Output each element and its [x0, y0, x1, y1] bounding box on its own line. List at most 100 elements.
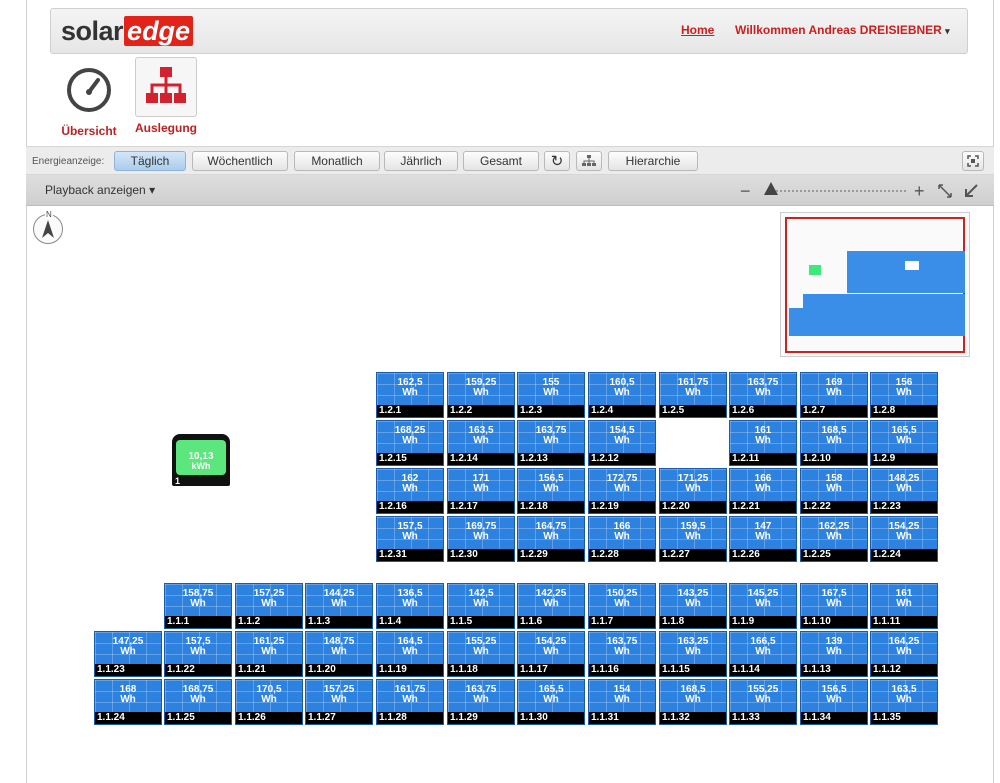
solar-panel[interactable]: 166 Wh 1.2.28	[588, 516, 656, 562]
solar-panel[interactable]: 150,25 Wh 1.1.7	[588, 583, 656, 629]
solar-panel[interactable]: 161,75 Wh 1.1.28	[376, 679, 444, 725]
solar-panel[interactable]: 163,75 Wh 1.1.16	[588, 631, 656, 677]
solar-panel[interactable]: 148,75 Wh 1.1.20	[305, 631, 373, 677]
panel-id: 1.2.10	[801, 453, 867, 465]
solar-panel[interactable]: 168,5 Wh 1.1.32	[659, 679, 727, 725]
solaredge-logo[interactable]: solar edge	[61, 15, 194, 47]
solar-panel[interactable]: 167,5 Wh 1.1.10	[800, 583, 868, 629]
solar-panel[interactable]: 168,5 Wh 1.2.10	[800, 420, 868, 466]
panel-id: 1.2.31	[377, 549, 443, 561]
solar-panel[interactable]: 162 Wh 1.2.16	[376, 468, 444, 514]
solar-panel[interactable]: 144,25 Wh 1.1.3	[305, 583, 373, 629]
panel-id: 1.1.13	[801, 664, 867, 676]
hierarchy-button[interactable]: Hierarchie	[608, 151, 698, 171]
solar-panel[interactable]: 161,75 Wh 1.2.5	[659, 372, 727, 418]
panel-energy-unit: Wh	[190, 646, 206, 657]
solar-panel[interactable]: 159,25 Wh 1.2.2	[447, 372, 515, 418]
solar-panel[interactable]: 157,5 Wh 1.1.22	[164, 631, 232, 677]
solar-panel[interactable]: 148,25 Wh 1.2.23	[870, 468, 938, 514]
solar-panel[interactable]: 165,5 Wh 1.2.9	[870, 420, 938, 466]
user-menu[interactable]: Willkommen Andreas DREISIEBNER ▾	[735, 23, 950, 37]
panel-id: 1.2.6	[730, 405, 796, 417]
minimap-viewport[interactable]	[785, 217, 965, 353]
solar-panel[interactable]: 161,25 Wh 1.1.21	[235, 631, 303, 677]
panel-id: 1.2.19	[589, 501, 655, 513]
solar-panel[interactable]: 161 Wh 1.2.11	[729, 420, 797, 466]
zoom-out-icon[interactable]: −	[740, 181, 751, 202]
solar-panel[interactable]: 172,75 Wh 1.2.19	[588, 468, 656, 514]
zoom-slider-thumb[interactable]	[764, 182, 778, 195]
solar-panel[interactable]: 163,5 Wh 1.1.35	[870, 679, 938, 725]
solar-panel[interactable]: 162,5 Wh 1.2.1	[376, 372, 444, 418]
solar-panel[interactable]: 171 Wh 1.2.17	[447, 468, 515, 514]
solar-panel[interactable]: 139 Wh 1.1.13	[800, 631, 868, 677]
solar-panel[interactable]: 158 Wh 1.2.22	[800, 468, 868, 514]
solar-panel[interactable]: 168 Wh 1.1.24	[94, 679, 162, 725]
solar-panel[interactable]: 155,25 Wh 1.1.33	[729, 679, 797, 725]
panel-id: 1.2.23	[871, 501, 937, 513]
fullscreen-icon[interactable]	[962, 151, 984, 171]
solar-panel[interactable]: 145,25 Wh 1.1.9	[729, 583, 797, 629]
solar-panel[interactable]: 165,5 Wh 1.1.30	[517, 679, 585, 725]
solar-panel[interactable]: 164,5 Wh 1.1.19	[376, 631, 444, 677]
playback-toggle[interactable]: Playback anzeigen ▾	[45, 183, 155, 197]
zoom-in-icon[interactable]: +	[914, 181, 925, 202]
solar-panel[interactable]: 160,5 Wh 1.2.4	[588, 372, 656, 418]
panel-id: 1.1.26	[236, 712, 302, 724]
solar-panel[interactable]: 154,25 Wh 1.1.17	[517, 631, 585, 677]
daily-button[interactable]: Täglich	[114, 151, 186, 171]
yearly-button[interactable]: Jährlich	[384, 151, 458, 171]
solar-panel[interactable]: 166,5 Wh 1.1.14	[729, 631, 797, 677]
solar-panel[interactable]: 162,25 Wh 1.2.25	[800, 516, 868, 562]
home-link[interactable]: Home	[681, 23, 714, 37]
solar-panel[interactable]: 161 Wh 1.1.11	[870, 583, 938, 629]
solar-panel[interactable]: 147,25 Wh 1.1.23	[94, 631, 162, 677]
solar-panel[interactable]: 154,5 Wh 1.2.12	[588, 420, 656, 466]
solar-panel[interactable]: 163,5 Wh 1.2.14	[447, 420, 515, 466]
solar-panel[interactable]: 136,5 Wh 1.1.4	[376, 583, 444, 629]
solar-panel[interactable]: 159,5 Wh 1.2.27	[659, 516, 727, 562]
solar-panel[interactable]: 155 Wh 1.2.3	[517, 372, 585, 418]
solar-panel[interactable]: 164,75 Wh 1.2.29	[517, 516, 585, 562]
weekly-button[interactable]: Wöchentlich	[192, 151, 288, 171]
zoom-slider[interactable]	[776, 190, 906, 192]
collapse-icon[interactable]	[964, 182, 978, 203]
solar-panel[interactable]: 166 Wh 1.2.21	[729, 468, 797, 514]
monthly-button[interactable]: Monatlich	[294, 151, 380, 171]
refresh-icon[interactable]: ↻	[544, 151, 570, 171]
solar-panel[interactable]: 157,25 Wh 1.1.27	[305, 679, 373, 725]
minimap[interactable]	[780, 212, 970, 357]
solar-panel[interactable]: 168,25 Wh 1.2.15	[376, 420, 444, 466]
solar-panel[interactable]: 154 Wh 1.1.31	[588, 679, 656, 725]
solar-panel[interactable]: 157,25 Wh 1.1.2	[235, 583, 303, 629]
solar-panel[interactable]: 156 Wh 1.2.8	[870, 372, 938, 418]
solar-panel[interactable]: 142,5 Wh 1.1.5	[447, 583, 515, 629]
solar-panel[interactable]: 169 Wh 1.2.7	[800, 372, 868, 418]
tree-icon[interactable]	[576, 151, 602, 171]
total-button[interactable]: Gesamt	[463, 151, 539, 171]
solar-panel[interactable]: 168,75 Wh 1.1.25	[164, 679, 232, 725]
inverter[interactable]: 10,13 kWh 1	[172, 434, 230, 486]
solar-panel[interactable]: 164,25 Wh 1.1.12	[870, 631, 938, 677]
solar-panel[interactable]: 163,75 Wh 1.2.13	[517, 420, 585, 466]
solar-panel[interactable]: 156,5 Wh 1.2.18	[517, 468, 585, 514]
solar-panel[interactable]: 142,25 Wh 1.1.6	[517, 583, 585, 629]
nav-overview[interactable]: Übersicht	[56, 60, 122, 138]
solar-panel[interactable]: 155,25 Wh 1.1.18	[447, 631, 515, 677]
solar-panel[interactable]: 158,75 Wh 1.1.1	[164, 583, 232, 629]
nav-layout[interactable]: Auslegung	[132, 57, 200, 135]
solar-panel[interactable]: 163,25 Wh 1.1.15	[659, 631, 727, 677]
solar-panel[interactable]: 156,5 Wh 1.1.34	[800, 679, 868, 725]
solar-panel[interactable]: 157,5 Wh 1.2.31	[376, 516, 444, 562]
solar-panel[interactable]: 154,25 Wh 1.2.24	[870, 516, 938, 562]
fit-icon[interactable]	[938, 182, 952, 203]
solar-panel[interactable]: 143,25 Wh 1.1.8	[659, 583, 727, 629]
solar-panel[interactable]: 170,5 Wh 1.1.26	[235, 679, 303, 725]
solar-panel[interactable]: 163,75 Wh 1.2.6	[729, 372, 797, 418]
panel-energy-unit: Wh	[685, 646, 701, 657]
solar-panel[interactable]: 169,75 Wh 1.2.30	[447, 516, 515, 562]
solar-panel[interactable]: 147 Wh 1.2.26	[729, 516, 797, 562]
panel-energy-unit: Wh	[543, 694, 559, 705]
solar-panel[interactable]: 171,25 Wh 1.2.20	[659, 468, 727, 514]
solar-panel[interactable]: 163,75 Wh 1.1.29	[447, 679, 515, 725]
